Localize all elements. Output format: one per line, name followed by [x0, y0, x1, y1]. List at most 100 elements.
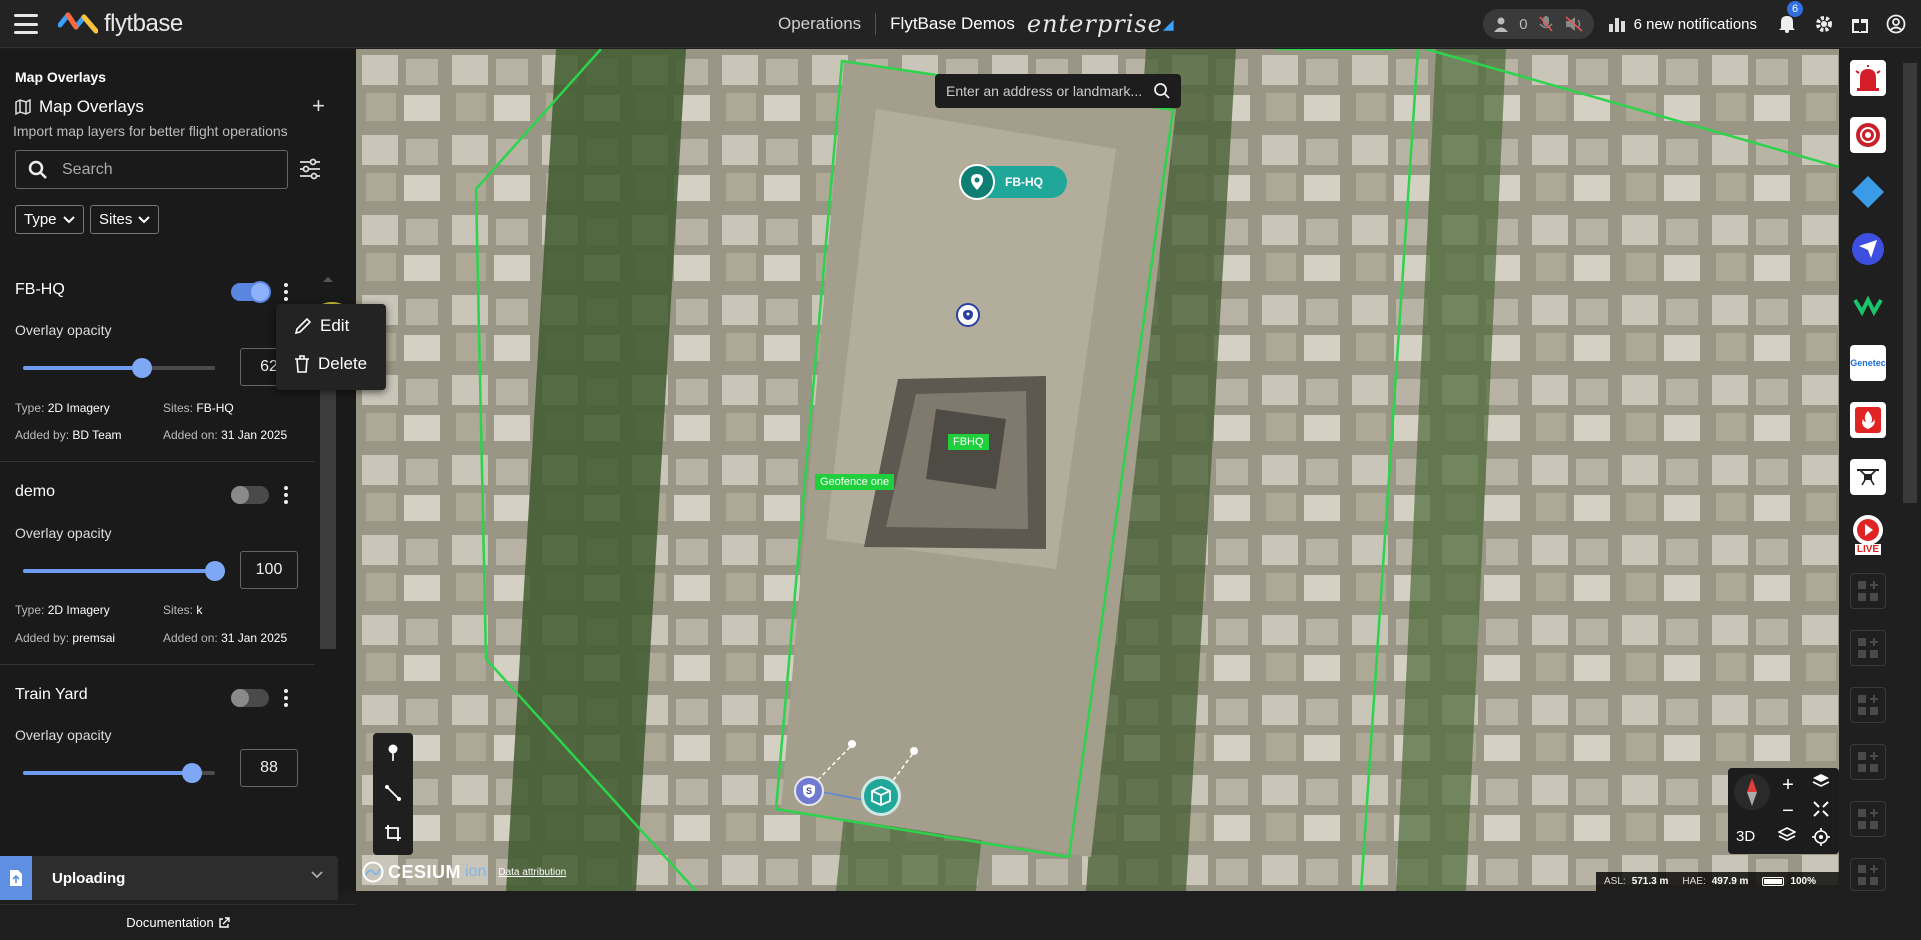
site-pin[interactable]: FB-HQ — [959, 164, 1067, 200]
add-app-slot[interactable] — [1850, 801, 1886, 837]
diamond-app-button[interactable] — [1850, 174, 1886, 210]
rail-scrollbar[interactable] — [1900, 49, 1921, 891]
opacity-input[interactable]: 88 — [240, 749, 298, 787]
layers-button[interactable] — [1777, 826, 1797, 849]
hamburger-menu-icon[interactable] — [14, 14, 38, 34]
flytbase-logo[interactable]: flytbase — [58, 10, 183, 38]
map-viewport[interactable]: FB-HQ FBHQ Geofence one S + − 3D — [356, 49, 1839, 891]
chevron-down-icon — [62, 215, 75, 223]
add-app-slot[interactable] — [1850, 858, 1886, 891]
type-value: 2D Imagery — [47, 603, 110, 617]
notifications-summary[interactable]: 6 new notifications — [1608, 15, 1757, 33]
slider-thumb[interactable] — [181, 763, 202, 783]
layer-more-button[interactable] — [284, 486, 290, 504]
draw-line-button[interactable] — [373, 773, 413, 813]
edition-mark-icon: ◢ — [1162, 15, 1174, 32]
zoom-out-button[interactable]: − — [1776, 800, 1800, 824]
draw-polygon-button[interactable] — [373, 813, 413, 853]
presence-pill[interactable]: 0 — [1483, 9, 1594, 39]
drone-dock-marker[interactable] — [861, 776, 901, 816]
opacity-slider[interactable] — [23, 763, 215, 783]
opacity-input[interactable]: 100 — [240, 551, 298, 589]
add-app-slot[interactable] — [1850, 573, 1886, 609]
sites-filter-label: Sites — [99, 211, 133, 228]
external-link-icon — [219, 916, 230, 928]
delete-menu-item[interactable]: Delete — [294, 354, 367, 374]
basemap-button[interactable] — [1812, 772, 1830, 795]
edit-menu-item[interactable]: Edit — [294, 316, 349, 336]
add-overlay-button[interactable]: + — [312, 93, 325, 119]
sliders-icon — [300, 158, 320, 180]
chevron-down-icon — [138, 215, 151, 223]
layer-more-button[interactable] — [284, 283, 290, 301]
layer-added-by: Added by: premsai — [15, 631, 115, 645]
address-input[interactable] — [946, 83, 1146, 99]
data-attribution-link[interactable]: Data attribution — [498, 867, 566, 878]
alarm-app-button[interactable] — [1850, 60, 1886, 96]
notifications-label: 6 new notifications — [1633, 15, 1757, 33]
drone-app-button[interactable] — [1850, 459, 1886, 495]
genetec-app-button[interactable]: Genetec — [1850, 345, 1886, 381]
type-label: Type: — [15, 401, 45, 415]
layer-context-menu: Edit Delete — [276, 304, 386, 390]
added-by-value: premsai — [72, 631, 116, 645]
layer-added-on: Added on: 31 Jan 2025 — [163, 631, 287, 645]
search-input[interactable] — [62, 160, 262, 179]
compass-button[interactable] — [1734, 774, 1770, 810]
type-filter-dropdown[interactable]: Type — [15, 205, 84, 234]
opacity-slider[interactable] — [23, 561, 225, 581]
settings-button[interactable] — [1813, 13, 1835, 35]
layer-visibility-toggle[interactable] — [231, 283, 269, 301]
zoom-in-button[interactable]: + — [1776, 774, 1800, 798]
operations-link[interactable]: Operations — [778, 14, 875, 34]
profile-button[interactable] — [1885, 13, 1907, 35]
layer-visibility-toggle[interactable] — [231, 689, 269, 707]
shield-app-icon — [1856, 123, 1880, 147]
sites-filter-dropdown[interactable]: Sites — [90, 205, 160, 234]
slider-thumb[interactable] — [205, 561, 225, 581]
geofence-label[interactable]: Geofence one — [815, 474, 895, 490]
layer-more-button[interactable] — [284, 689, 290, 707]
upload-file-icon — [0, 856, 32, 900]
overlay-label[interactable]: FBHQ — [948, 434, 989, 450]
panel-title: Map Overlays — [15, 69, 107, 85]
layer-name: FB-HQ — [15, 281, 65, 298]
documentation-link[interactable]: Documentation — [0, 904, 356, 940]
notification-badge: 6 — [1787, 1, 1804, 17]
filter-settings-button[interactable] — [298, 157, 322, 186]
shield-app-button[interactable] — [1850, 117, 1886, 153]
add-app-slot[interactable] — [1850, 630, 1886, 666]
fullscreen-button[interactable] — [1812, 800, 1830, 823]
chevron-down-icon[interactable] — [310, 870, 324, 880]
add-app-icon — [1858, 864, 1878, 885]
whats-new-button[interactable] — [1849, 13, 1871, 35]
draw-point-button[interactable] — [373, 733, 413, 773]
dock-marker[interactable]: S — [794, 776, 824, 806]
rail-scrollbar-thumb[interactable] — [1903, 63, 1917, 503]
slider-thumb[interactable] — [132, 358, 153, 378]
add-app-icon — [1858, 695, 1878, 715]
brand-name: flytbase — [104, 10, 183, 37]
opacity-slider[interactable] — [23, 358, 215, 378]
organization-name[interactable]: FlytBase Demos — [876, 14, 1027, 34]
user-icon — [1494, 17, 1509, 32]
notifications-bell[interactable]: 6 — [1777, 1, 1804, 35]
opacity-label: Overlay opacity — [15, 525, 112, 541]
layer-visibility-toggle[interactable] — [231, 486, 269, 504]
uploading-bar[interactable]: Uploading — [0, 856, 338, 900]
send-app-button[interactable] — [1850, 231, 1886, 267]
view-mode-toggle[interactable]: 3D — [1736, 828, 1755, 845]
cesium-logo-icon — [362, 861, 384, 883]
added-by-value: BD Team — [72, 428, 122, 442]
search-icon[interactable] — [1153, 82, 1171, 100]
point-of-interest-marker[interactable] — [956, 303, 980, 327]
va-app-button[interactable] — [1850, 288, 1886, 324]
add-app-slot[interactable] — [1850, 744, 1886, 780]
fire-alert-app-button[interactable] — [1850, 402, 1886, 438]
layer-name: demo — [15, 483, 56, 500]
live-app-button[interactable]: LIVE — [1850, 515, 1886, 555]
va-app-icon — [1853, 296, 1883, 316]
sites-value: k — [196, 603, 203, 617]
recenter-button[interactable] — [1812, 828, 1830, 851]
add-app-slot[interactable] — [1850, 687, 1886, 723]
